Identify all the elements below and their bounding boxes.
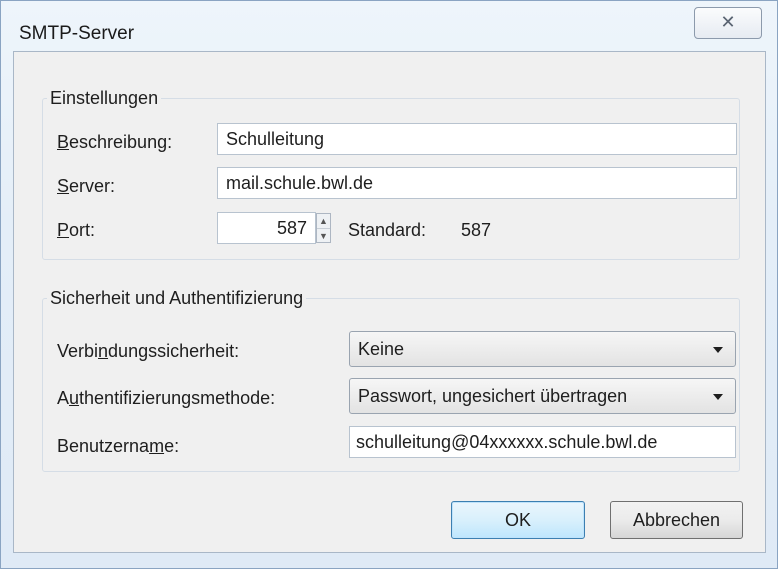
port-spinner[interactable]: ▲ ▼ xyxy=(316,213,331,243)
username-label: Benutzername: xyxy=(57,436,180,456)
description-input[interactable] xyxy=(217,123,737,155)
close-icon: ✕ xyxy=(720,12,736,32)
dialog-window: SMTP-Server ✕ Einstellungen Beschreibung… xyxy=(0,0,778,569)
connection-security-value: Keine xyxy=(358,339,405,359)
chevron-up-icon[interactable]: ▲ xyxy=(317,214,330,229)
dialog-body: Einstellungen Beschreibung: Server: Port… xyxy=(13,51,766,553)
close-button[interactable]: ✕ xyxy=(694,7,762,39)
ok-button[interactable]: OK xyxy=(451,501,585,539)
port-label: Port: xyxy=(57,220,96,240)
window-title: SMTP-Server xyxy=(19,23,135,44)
connection-security-select[interactable]: Keine xyxy=(349,331,736,367)
server-label: Server: xyxy=(57,176,116,196)
chevron-down-icon xyxy=(713,347,723,353)
auth-method-label: Authentifizierungsmethode: xyxy=(57,388,276,408)
port-default-label: Standard: xyxy=(348,220,427,240)
username-input[interactable] xyxy=(349,426,736,458)
settings-legend: Einstellungen xyxy=(50,88,159,108)
port-input[interactable] xyxy=(217,212,316,244)
chevron-down-icon xyxy=(713,394,723,400)
cancel-button[interactable]: Abbrechen xyxy=(610,501,743,539)
server-input[interactable] xyxy=(217,167,737,199)
connection-security-label: Verbindungssicherheit: xyxy=(57,341,240,361)
security-legend: Sicherheit und Authentifizierung xyxy=(50,288,304,308)
auth-method-select[interactable]: Passwort, ungesichert übertragen xyxy=(349,378,736,414)
auth-method-value: Passwort, ungesichert übertragen xyxy=(358,386,628,406)
description-label: Beschreibung: xyxy=(57,132,173,152)
chevron-down-icon[interactable]: ▼ xyxy=(317,229,330,243)
port-default-value: 587 xyxy=(461,220,492,240)
